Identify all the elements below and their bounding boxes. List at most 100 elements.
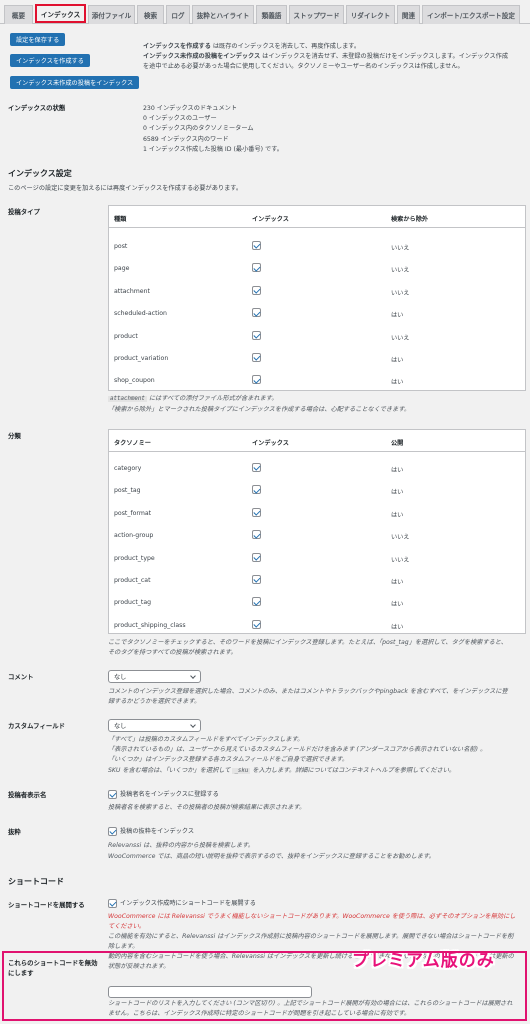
table-row: attachment いいえ	[114, 285, 410, 297]
excerpt-checkbox-label: 投稿の抜粋をインデックス	[120, 828, 195, 835]
index-checkbox[interactable]	[252, 241, 261, 250]
table-row: product_type いいえ	[114, 552, 410, 564]
disable-shortcodes-desc-2: ません。こちらは、インデックス作成時に特定のショートコードが問題を引き起こしてい…	[108, 1010, 411, 1017]
excerpt-desc-2: WooCommerce では、商品の短い説明を抜粋で表示するので、抜粋をインデッ…	[108, 853, 435, 860]
column-type: 種類	[114, 216, 127, 223]
excerpt-checkbox[interactable]	[108, 827, 117, 836]
chevron-down-icon	[190, 722, 196, 728]
disable-shortcodes-desc-1: ショートコードのリストを入力してください (コンマ区切り) 。上記でショートコー…	[108, 1000, 513, 1007]
build-desc-line3: を途中で止める必要があった場合に使用してください。タクソノミーやユーザー名のイン…	[143, 63, 464, 70]
post-types-table: 種類 インデックス 検索から除外 post いいえ page いいえ attac…	[108, 205, 526, 391]
table-row: category はい	[114, 463, 404, 474]
index-checkbox[interactable]	[252, 507, 261, 517]
index-settings-note: このページの設定に変更を加えるには再度インデックスを作成する必要があります。	[8, 185, 243, 192]
tab-indexing[interactable]: インデックス	[35, 4, 86, 23]
save-settings-button[interactable]: 設定を保存する	[10, 33, 66, 46]
build-desc-line2: インデックス未作成の投稿をインデックス はインデックスを消去せず、未登録の投稿だ…	[143, 53, 509, 60]
table-row: page いいえ	[114, 263, 410, 275]
woocommerce-warning-2: てください。	[108, 923, 145, 930]
index-checkbox[interactable]	[252, 597, 261, 607]
expand-shortcodes-label: ショートコードを展開する	[8, 901, 85, 909]
table-row: product_tag はい	[114, 597, 404, 609]
column-public: 公開	[391, 440, 404, 447]
table-row: scheduled-action はい	[114, 308, 404, 320]
index-checkbox[interactable]	[252, 575, 261, 584]
tab-stopwords[interactable]: ストップワード	[289, 5, 344, 24]
index-checkbox[interactable]	[252, 463, 261, 472]
table-row: product_variation はい	[114, 353, 404, 364]
taxonomies-header: タクソノミー インデックス 公開	[109, 430, 525, 452]
tab-redirects[interactable]: リダイレクト	[346, 5, 395, 24]
index-checkbox[interactable]	[252, 552, 261, 562]
index-checkbox[interactable]	[252, 308, 261, 318]
post-types-note-1: attachment にはすべての添付ファイル形式が含まれます。	[108, 395, 278, 402]
comments-select[interactable]: なし	[108, 670, 201, 683]
index-checkbox[interactable]	[252, 330, 261, 340]
column-index: インデックス	[252, 440, 289, 447]
chevron-down-icon	[190, 673, 196, 679]
taxonomies-label: 分類	[8, 432, 21, 440]
custom-fields-select[interactable]: なし	[108, 719, 201, 732]
shortcodes-heading: ショートコード	[8, 877, 64, 886]
status-lowest-id: 1 インデックス作成した投稿 ID (最小番号) です。	[143, 146, 283, 153]
index-checkbox[interactable]	[252, 375, 261, 385]
settings-tabs: 概要 インデックス 添付ファイル 検索 ログ 抜粋とハイライト 類義語 ストップ…	[0, 0, 530, 24]
comments-desc-1: コメントのインデックス登録を選択した場合、コメントのみ、またはコメントやトラック…	[108, 688, 508, 695]
build-index-button[interactable]: インデックスを作成する	[10, 54, 90, 67]
table-row: post_format はい	[114, 507, 404, 519]
disable-shortcodes-label-1: これらのショートコードを無効	[8, 959, 98, 967]
taxonomies-note-2: そのタグを持つすべての投稿が検索されます。	[108, 649, 237, 656]
index-checkbox[interactable]	[252, 530, 261, 540]
tab-excerpts[interactable]: 抜粋とハイライト	[192, 5, 254, 24]
excerpt-desc-1: Relevanssi は、抜粋の内容から投稿を検索します。	[108, 842, 254, 849]
custom-fields-desc-3: 「いくつか」はインデックス登録する各カスタムフィールドをご自身で選択できます。	[108, 756, 349, 763]
tab-related[interactable]: 関連	[397, 5, 420, 24]
custom-fields-desc-2: 「表示されているもの」は、ユーザーから見えているカスタムフィールドだけを含みます…	[108, 746, 487, 753]
tab-synonyms[interactable]: 類義語	[256, 5, 287, 24]
build-desc-line1: インデックスを作成する は既存のインデックスを消去して、再度作成します。	[143, 43, 361, 50]
table-row: product いいえ	[114, 330, 410, 342]
table-row: shop_coupon はい	[114, 375, 404, 387]
index-checkbox[interactable]	[252, 285, 261, 295]
status-words: 6589 インデックス内のワード	[143, 136, 229, 143]
excerpt-label: 抜粋	[8, 828, 21, 836]
tab-attachments[interactable]: 添付ファイル	[88, 5, 135, 24]
index-unindexed-button[interactable]: インデックス未作成の投稿をインデックス	[10, 76, 140, 89]
post-types-note-2: 「検索から除外」とマークされた投稿タイプにインデックスを作成する場合は、心配する…	[108, 406, 411, 413]
custom-fields-desc-4: SKU を含む場合は、「いくつか」を選択して _sku を入力します。詳細につい…	[108, 767, 456, 774]
table-row: post いいえ	[114, 241, 410, 252]
tab-logs[interactable]: ログ	[166, 5, 190, 24]
author-checkbox-label: 投稿者名をインデックスに登録する	[120, 791, 219, 798]
author-desc: 投稿者名を検索すると、その投稿者の投稿が検索結果に表示されます。	[108, 804, 306, 811]
status-documents: 230 インデックスのドキュメント	[143, 105, 238, 112]
index-checkbox[interactable]	[252, 353, 261, 362]
index-status-label: インデックスの状態	[8, 104, 66, 112]
tab-overview[interactable]: 概要	[4, 5, 33, 24]
author-label: 投稿者表示名	[8, 791, 47, 799]
taxonomies-note-1: ここでタクソノミーをチェックすると、そのワードを投稿にインデックス登録します。た…	[108, 639, 507, 646]
custom-fields-desc-1: 「すべて」は投稿のカスタムフィールドをすべてインデックスします。	[108, 736, 304, 743]
index-settings-heading: インデックス設定	[8, 169, 72, 178]
woocommerce-warning-1: WooCommerce には Relevanssi でうまく機能しないショートコ…	[108, 913, 516, 920]
index-checkbox[interactable]	[252, 619, 261, 629]
tab-search[interactable]: 検索	[137, 5, 164, 24]
status-users: 0 インデックスのユーザー	[143, 115, 217, 122]
table-row: post_tag はい	[114, 485, 404, 497]
table-row: product_shipping_class はい	[114, 619, 404, 631]
index-checkbox[interactable]	[252, 485, 261, 495]
disable-shortcodes-input[interactable]	[108, 986, 312, 998]
column-taxonomy: タクソノミー	[114, 440, 151, 447]
tab-import-export[interactable]: インポート/エクスポート設定	[422, 5, 520, 24]
table-row: product_cat はい	[114, 575, 404, 586]
column-exclude: 検索から除外	[391, 216, 429, 223]
expand-shortcodes-checkbox[interactable]	[108, 899, 117, 908]
column-index: インデックス	[252, 216, 289, 223]
disable-shortcodes-label-2: にします	[8, 969, 34, 977]
post-types-label: 投稿タイプ	[8, 208, 40, 216]
status-terms: 0 インデックス内のタクソノミーターム	[143, 125, 254, 132]
comments-desc-2: 録するかどうかを選択できます。	[108, 698, 201, 705]
table-row: action-group いいえ	[114, 530, 410, 542]
index-checkbox[interactable]	[252, 263, 261, 273]
author-checkbox[interactable]	[108, 790, 117, 799]
expand-shortcodes-checkbox-label: インデックス作成時にショートコードを展開する	[120, 900, 256, 907]
